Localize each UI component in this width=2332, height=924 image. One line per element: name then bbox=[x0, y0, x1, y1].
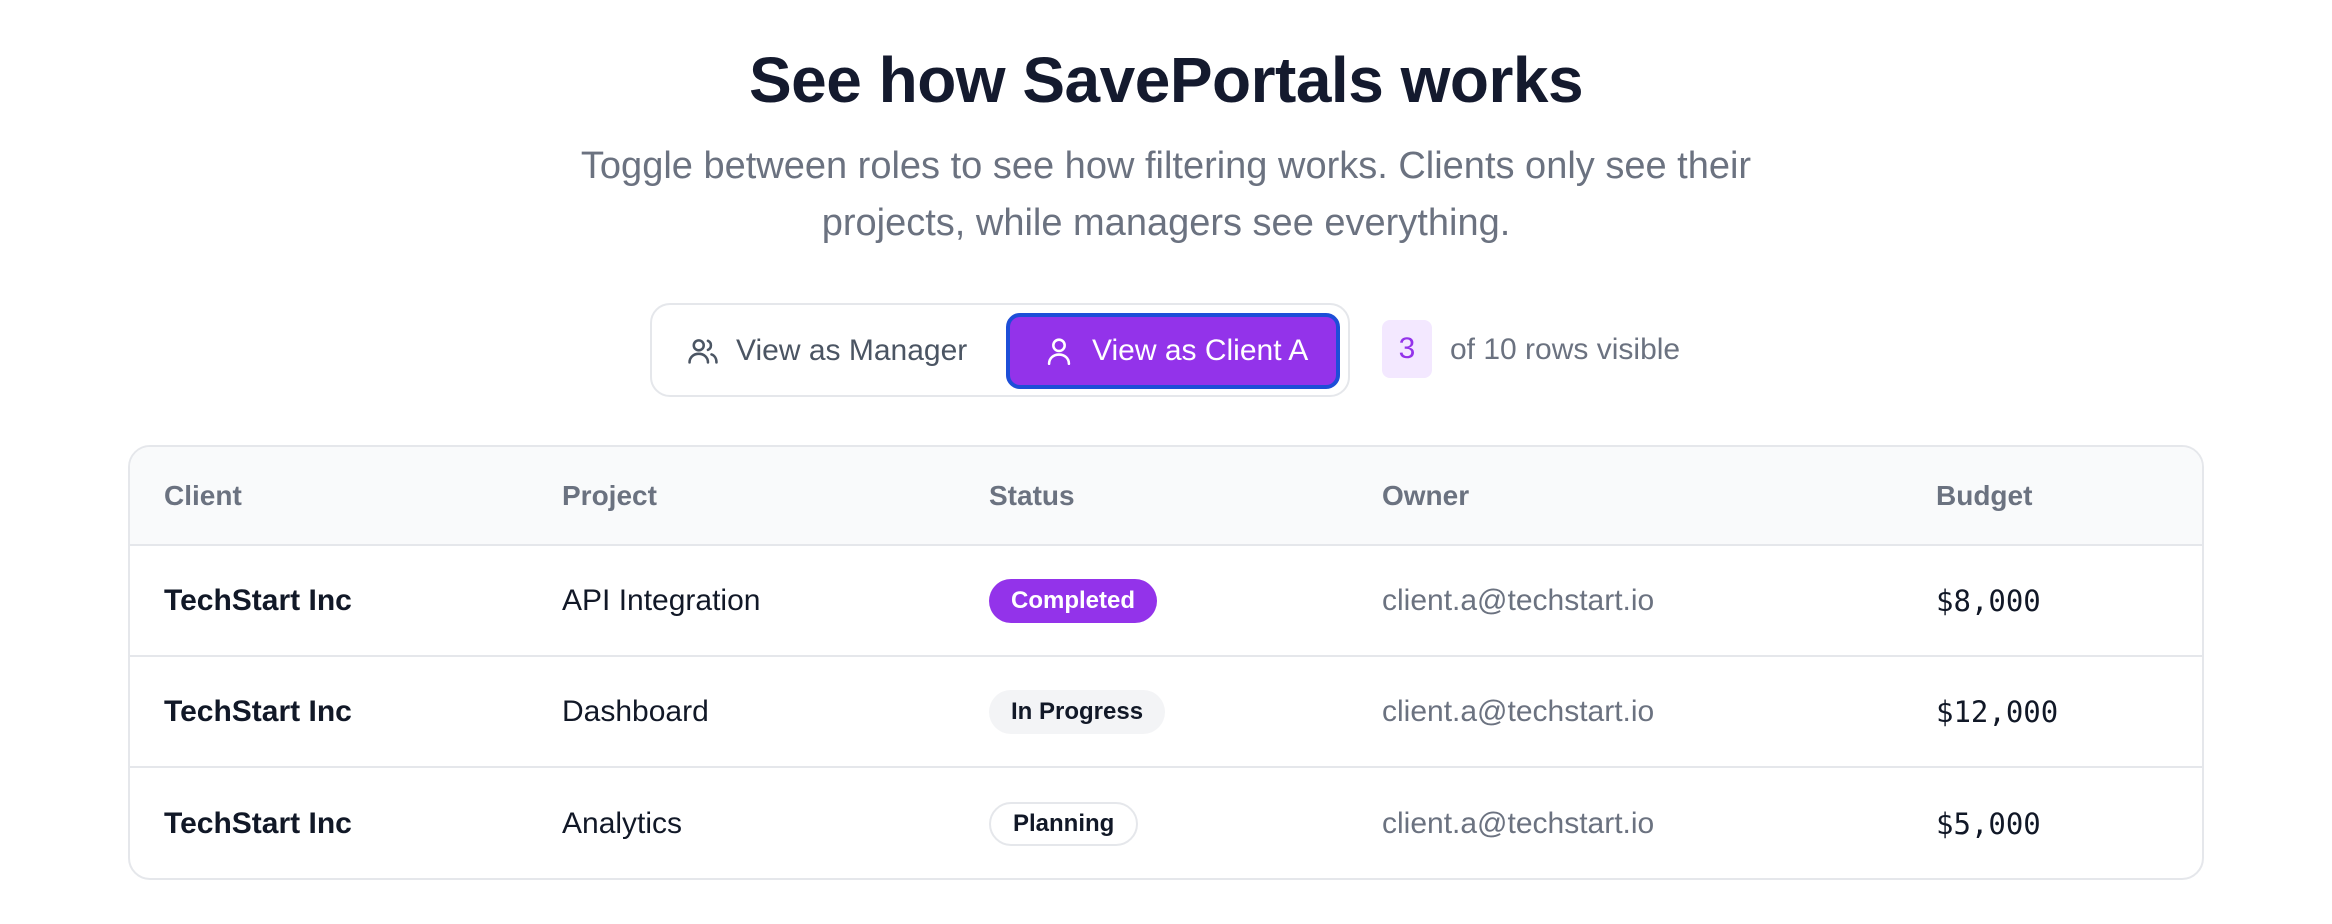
table-row: TechStart Inc API Integration Completed … bbox=[130, 546, 2202, 657]
cell-status: In Progress bbox=[989, 657, 1166, 766]
cell-project: API Integration bbox=[562, 583, 761, 617]
table-header: Client Project Status Owner Budget bbox=[130, 447, 2202, 546]
cell-budget: $8,000 bbox=[1936, 583, 2041, 618]
cell-status: Planning bbox=[989, 768, 1139, 878]
visible-rows-text: of 10 rows visible bbox=[1450, 333, 1681, 366]
table-row: TechStart Inc Dashboard In Progress clie… bbox=[130, 657, 2202, 768]
column-header-owner: Owner bbox=[1382, 479, 1470, 511]
column-header-status: Status bbox=[989, 479, 1075, 511]
table-row: TechStart Inc Analytics Planning client.… bbox=[130, 768, 2202, 878]
cell-client: TechStart Inc bbox=[164, 583, 352, 617]
page-subtitle: Toggle between roles to see how filterin… bbox=[580, 145, 1752, 244]
cell-status: Completed bbox=[989, 546, 1158, 655]
cell-owner: client.a@techstart.io bbox=[1382, 583, 1655, 617]
projects-table: Client Project Status Owner Budget TechS… bbox=[128, 445, 2204, 880]
view-as-client-a-label: View as Client A bbox=[1092, 334, 1309, 367]
cell-owner: client.a@techstart.io bbox=[1382, 806, 1655, 840]
column-header-budget: Budget bbox=[1936, 479, 2033, 511]
page-title: See how SavePortals works bbox=[748, 44, 1584, 116]
status-badge: In Progress bbox=[989, 689, 1166, 734]
cell-project: Dashboard bbox=[562, 694, 709, 728]
cell-client: TechStart Inc bbox=[164, 694, 352, 728]
column-header-project: Project bbox=[562, 479, 657, 511]
status-badge: Completed bbox=[989, 578, 1158, 623]
user-icon bbox=[1042, 334, 1076, 368]
cell-budget: $5,000 bbox=[1936, 806, 2041, 841]
cell-client: TechStart Inc bbox=[164, 806, 352, 840]
view-as-manager-button[interactable]: View as Manager bbox=[682, 313, 1002, 389]
cell-owner: client.a@techstart.io bbox=[1382, 694, 1655, 728]
cell-budget: $12,000 bbox=[1936, 694, 2059, 729]
status-badge: Planning bbox=[989, 801, 1139, 846]
view-as-client-a-button[interactable]: View as Client A bbox=[1006, 313, 1340, 389]
cell-project: Analytics bbox=[562, 806, 683, 840]
column-header-client: Client bbox=[164, 479, 242, 511]
role-toggle-group: View as Manager View as Client A bbox=[650, 303, 1350, 397]
view-as-manager-label: View as Manager bbox=[736, 334, 968, 367]
visible-rows-count-badge: 3 bbox=[1382, 320, 1432, 378]
users-icon bbox=[686, 334, 720, 368]
